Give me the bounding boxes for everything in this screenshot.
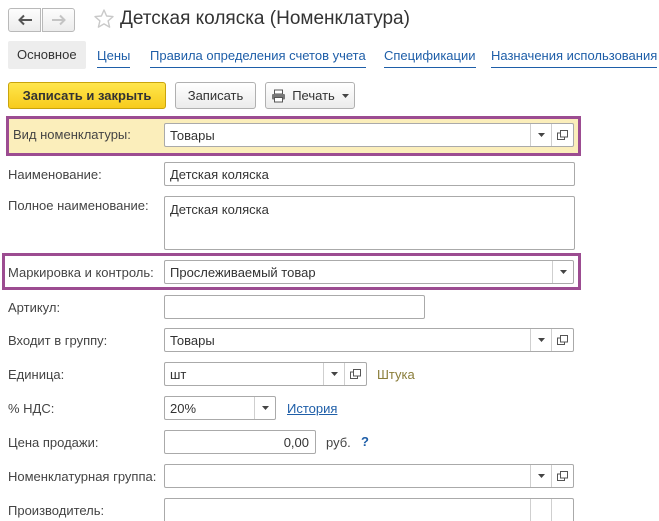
vat-history-link[interactable]: История	[287, 401, 337, 416]
printer-icon	[271, 89, 286, 103]
star-icon[interactable]	[93, 8, 115, 30]
open-icon[interactable]	[551, 465, 573, 487]
vat-label: % НДС:	[8, 401, 55, 416]
article-input[interactable]	[164, 295, 425, 319]
forward-button[interactable]	[42, 8, 75, 32]
article-label: Артикул:	[8, 300, 61, 315]
unit-label: Единица:	[8, 367, 65, 382]
marking-select[interactable]: Прослеживаемый товар	[164, 260, 574, 284]
tab-main[interactable]: Основное	[8, 41, 86, 69]
unit-hint: Штука	[377, 367, 415, 382]
tab-usage-assignments[interactable]: Назначения использования	[491, 46, 658, 68]
vat-value: 20%	[170, 401, 197, 416]
nom-group-select[interactable]	[164, 464, 574, 488]
tab-account-rules[interactable]: Правила определения счетов учета	[150, 46, 366, 68]
group-select[interactable]: Товары	[164, 328, 574, 352]
name-value: Детская коляска	[170, 167, 269, 182]
dropdown-arrow-icon[interactable]	[530, 329, 551, 351]
kind-label: Вид номенклатуры:	[13, 127, 131, 142]
dropdown-arrow-icon[interactable]	[530, 465, 551, 487]
save-and-close-label: Записать и закрыть	[22, 88, 152, 103]
vat-select[interactable]: 20%	[164, 396, 276, 420]
print-label: Печать	[292, 88, 335, 103]
dropdown-arrow-icon[interactable]	[254, 397, 275, 419]
open-icon[interactable]	[551, 124, 573, 146]
group-label: Входит в группу:	[8, 333, 108, 348]
back-button[interactable]	[8, 8, 41, 32]
name-input[interactable]: Детская коляска	[164, 162, 575, 186]
dropdown-arrow-icon[interactable]	[552, 261, 573, 283]
dropdown-arrow-icon[interactable]	[530, 124, 551, 146]
producer-select[interactable]	[164, 498, 574, 521]
save-label: Записать	[187, 88, 244, 103]
arrow-right-icon	[51, 14, 66, 26]
arrow-left-icon	[17, 14, 32, 26]
full-name-value: Детская коляска	[170, 202, 269, 217]
price-input[interactable]: 0,00	[164, 430, 316, 454]
group-value: Товары	[170, 333, 215, 348]
tab-specifications[interactable]: Спецификации	[384, 46, 476, 68]
full-name-label: Полное наименование:	[8, 198, 149, 213]
unit-value: шт	[170, 367, 187, 382]
save-button[interactable]: Записать	[175, 82, 256, 109]
chevron-down-icon	[341, 93, 349, 98]
nom-group-label: Номенклатурная группа:	[8, 469, 157, 484]
help-icon[interactable]: ?	[361, 434, 369, 449]
currency-label: руб.	[326, 435, 351, 450]
dropdown-arrow-icon[interactable]	[323, 363, 344, 385]
save-and-close-button[interactable]: Записать и закрыть	[8, 82, 166, 109]
marking-value: Прослеживаемый товар	[170, 265, 316, 280]
price-label: Цена продажи:	[8, 435, 99, 450]
producer-label: Производитель:	[8, 503, 105, 518]
dropdown-arrow-icon[interactable]	[530, 499, 551, 521]
marking-label: Маркировка и контроль:	[8, 265, 154, 280]
kind-select[interactable]: Товары	[164, 123, 574, 147]
open-icon[interactable]	[551, 499, 573, 521]
open-icon[interactable]	[551, 329, 573, 351]
name-label: Наименование:	[8, 167, 102, 182]
unit-select[interactable]: шт	[164, 362, 367, 386]
print-button[interactable]: Печать	[265, 82, 355, 109]
open-icon[interactable]	[344, 363, 366, 385]
full-name-textarea[interactable]: Детская коляска	[164, 196, 575, 250]
tab-prices[interactable]: Цены	[97, 46, 131, 68]
kind-value: Товары	[170, 128, 215, 143]
page-title: Детская коляска (Номенклатура)	[120, 8, 410, 29]
price-value: 0,00	[283, 435, 309, 450]
